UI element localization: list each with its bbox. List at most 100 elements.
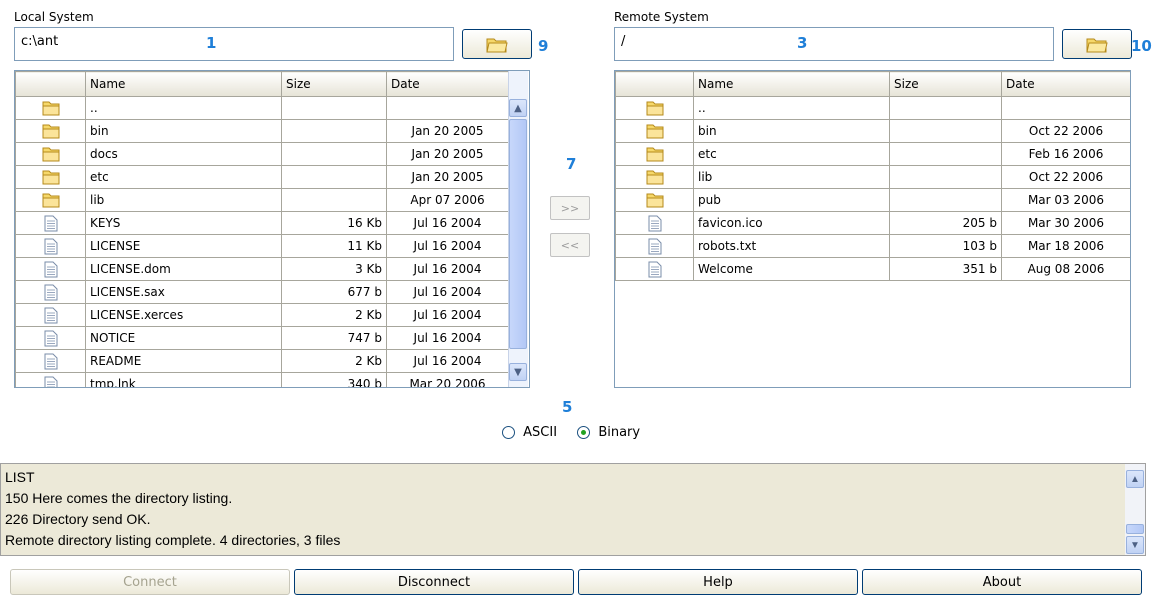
remote-browse-button[interactable] <box>1062 29 1132 59</box>
local-table-row[interactable]: NOTICE 747 b Jul 16 2004 <box>15 326 509 350</box>
folder-icon <box>646 124 663 139</box>
remote-table-row[interactable]: Welcome 351 b Aug 08 2006 <box>615 257 1130 281</box>
file-size-cell <box>281 96 387 120</box>
log-panel: LIST 150 Here comes the directory listin… <box>0 463 1146 556</box>
file-date-cell: Jan 20 2005 <box>386 165 509 189</box>
remote-col-icon[interactable] <box>615 71 694 97</box>
file-size-cell <box>889 142 1002 166</box>
file-name-cell: README <box>85 349 282 373</box>
local-table-row[interactable]: KEYS 16 Kb Jul 16 2004 <box>15 211 509 235</box>
file-name-cell: etc <box>693 142 890 166</box>
remote-table-row[interactable]: robots.txt 103 b Mar 18 2006 <box>615 234 1130 258</box>
local-table-row[interactable]: LICENSE 11 Kb Jul 16 2004 <box>15 234 509 258</box>
download-button[interactable]: << <box>550 233 590 257</box>
local-table-row[interactable]: tmp.lnk 340 b Mar 20 2006 <box>15 372 509 387</box>
log-line: LIST <box>5 469 35 485</box>
local-col-name[interactable]: Name <box>85 71 282 97</box>
file-name-cell: LICENSE <box>85 234 282 258</box>
file-date-cell: Mar 20 2006 <box>386 372 509 387</box>
local-table-row[interactable]: lib Apr 07 2006 <box>15 188 509 212</box>
file-name-cell: etc <box>85 165 282 189</box>
remote-table-row[interactable]: lib Oct 22 2006 <box>615 165 1130 189</box>
row-icon-cell <box>15 372 86 387</box>
local-col-date[interactable]: Date <box>386 71 509 97</box>
row-icon-cell <box>15 326 86 350</box>
scroll-down-icon[interactable]: ▼ <box>509 363 527 381</box>
scroll-thumb[interactable] <box>1126 524 1144 534</box>
local-scrollbar[interactable]: ▲ ▼ <box>508 71 528 387</box>
file-name-cell: bin <box>693 119 890 143</box>
local-browse-button[interactable] <box>462 29 532 59</box>
local-table-row[interactable]: docs Jan 20 2005 <box>15 142 509 166</box>
folder-icon <box>42 147 59 162</box>
row-icon-cell <box>15 303 86 327</box>
file-name-cell: LICENSE.xerces <box>85 303 282 327</box>
scroll-thumb[interactable] <box>509 119 527 349</box>
row-icon-cell <box>15 234 86 258</box>
remote-table-row[interactable]: .. <box>615 96 1130 120</box>
log-scrollbar[interactable]: ▲ ▼ <box>1125 464 1145 555</box>
local-path-input[interactable]: c:\ant <box>14 27 454 61</box>
local-col-icon[interactable] <box>15 71 86 97</box>
folder-icon <box>646 170 663 185</box>
file-name-cell: .. <box>85 96 282 120</box>
row-icon-cell <box>15 257 86 281</box>
file-name-cell: Welcome <box>693 257 890 281</box>
file-date-cell: Aug 08 2006 <box>1001 257 1130 281</box>
remote-file-list[interactable]: Name Size Date .. bin Oct 22 2006 etc Feb 16… <box>614 70 1131 388</box>
row-icon-cell <box>15 211 86 235</box>
local-table-row[interactable]: LICENSE.sax 677 b Jul 16 2004 <box>15 280 509 304</box>
file-size-cell: 11 Kb <box>281 234 387 258</box>
remote-table-row[interactable]: bin Oct 22 2006 <box>615 119 1130 143</box>
row-icon-cell <box>615 257 694 281</box>
remote-table-row[interactable]: pub Mar 03 2006 <box>615 188 1130 212</box>
scroll-up-icon[interactable]: ▲ <box>509 99 527 117</box>
file-size-cell <box>281 165 387 189</box>
local-table-row[interactable]: LICENSE.dom 3 Kb Jul 16 2004 <box>15 257 509 281</box>
folder-icon <box>42 101 59 116</box>
scroll-down-icon[interactable]: ▼ <box>1126 536 1144 554</box>
file-size-cell <box>889 119 1002 143</box>
upload-button[interactable]: >> <box>550 196 590 220</box>
row-icon-cell <box>615 142 694 166</box>
local-col-size[interactable]: Size <box>281 71 387 97</box>
callout-5: 5 <box>562 398 573 416</box>
file-name-cell: robots.txt <box>693 234 890 258</box>
remote-col-name[interactable]: Name <box>693 71 890 97</box>
callout-1: 1 <box>206 34 217 52</box>
file-date-cell: Jan 20 2005 <box>386 142 509 166</box>
binary-radio[interactable] <box>577 426 591 439</box>
file-name-cell: pub <box>693 188 890 212</box>
local-table-row[interactable]: LICENSE.xerces 2 Kb Jul 16 2004 <box>15 303 509 327</box>
local-table-row[interactable]: README 2 Kb Jul 16 2004 <box>15 349 509 373</box>
remote-path-input[interactable]: / <box>614 27 1054 61</box>
remote-col-size[interactable]: Size <box>889 71 1002 97</box>
row-icon-cell <box>615 211 694 235</box>
file-name-cell: NOTICE <box>85 326 282 350</box>
scroll-up-icon[interactable]: ▲ <box>1126 470 1144 488</box>
ascii-radio[interactable] <box>502 426 515 439</box>
callout-3: 3 <box>797 34 808 52</box>
about-button[interactable]: About <box>862 569 1142 595</box>
folder-icon <box>42 170 59 185</box>
local-table-row[interactable]: bin Jan 20 2005 <box>15 119 509 143</box>
remote-table-row[interactable]: etc Feb 16 2006 <box>615 142 1130 166</box>
row-icon-cell <box>15 119 86 143</box>
file-date-cell: Feb 16 2006 <box>1001 142 1130 166</box>
file-size-cell: 3 Kb <box>281 257 387 281</box>
help-button[interactable]: Help <box>578 569 858 595</box>
file-icon <box>648 238 661 254</box>
local-table-row[interactable]: .. <box>15 96 509 120</box>
file-date-cell: Mar 03 2006 <box>1001 188 1130 212</box>
local-file-list[interactable]: Name Size Date .. bin Jan 20 2005 docs Jan 2… <box>14 70 530 388</box>
file-date-cell <box>1001 96 1130 120</box>
remote-table-row[interactable]: favicon.ico 205 b Mar 30 2006 <box>615 211 1130 235</box>
file-icon <box>44 238 57 254</box>
row-icon-cell <box>615 234 694 258</box>
disconnect-button[interactable]: Disconnect <box>294 569 574 595</box>
connect-button[interactable]: Connect <box>10 569 290 595</box>
file-date-cell: Jul 16 2004 <box>386 211 509 235</box>
remote-col-date[interactable]: Date <box>1001 71 1130 97</box>
local-table-row[interactable]: etc Jan 20 2005 <box>15 165 509 189</box>
folder-icon <box>42 124 59 139</box>
